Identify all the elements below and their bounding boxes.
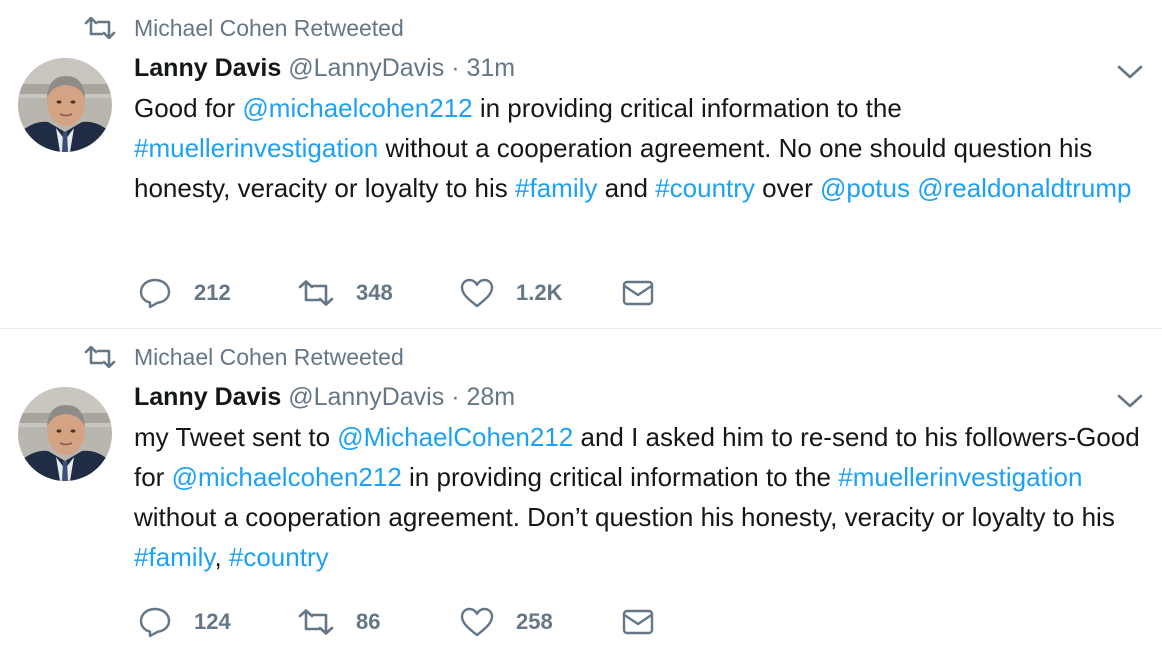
author-name[interactable]: Lanny Davis — [134, 383, 281, 411]
like-button[interactable]: 258 — [460, 603, 553, 641]
retweet-icon — [298, 609, 334, 635]
tweet-text-segment: over — [754, 173, 820, 203]
retweet-icon — [84, 17, 116, 39]
tweet-text-segment: without a cooperation agreement. Don’t q… — [134, 502, 1115, 532]
envelope-icon — [622, 280, 654, 306]
like-button[interactable]: 1.2K — [460, 274, 562, 312]
envelope-icon — [622, 609, 654, 635]
tweet-text-segment: in providing critical information to the — [472, 93, 902, 123]
retweet-context: Michael Cohen Retweeted — [84, 14, 404, 42]
heart-icon — [460, 278, 494, 308]
author-handle[interactable]: @LannyDavis — [288, 54, 444, 82]
direct-message-button[interactable] — [622, 274, 654, 312]
reply-icon — [139, 607, 171, 638]
avatar[interactable] — [18, 387, 112, 481]
retweet-button[interactable]: 86 — [298, 603, 380, 641]
reply-icon — [139, 278, 171, 309]
tweet-header: Lanny Davis @LannyDavis · 31m — [134, 54, 515, 86]
separator-dot: · — [451, 54, 460, 82]
like-count: 258 — [516, 609, 553, 634]
author-name[interactable]: Lanny Davis — [134, 54, 281, 82]
direct-message-button[interactable] — [622, 603, 654, 641]
reply-count: 212 — [194, 280, 231, 305]
heart-icon — [460, 607, 494, 637]
retweet-icon — [298, 280, 334, 306]
retweet-count: 348 — [356, 280, 393, 305]
timestamp[interactable]: 28m — [466, 383, 515, 411]
timestamp[interactable]: 31m — [466, 54, 515, 82]
tweet-text: Good for @michaelcohen212 in providing c… — [134, 88, 1144, 208]
tweet-actions: 124 86 258 — [138, 603, 738, 641]
hashtag-link[interactable]: #country — [655, 173, 755, 203]
reply-count: 124 — [194, 609, 231, 634]
mention-link[interactable]: @potus — [820, 173, 910, 203]
chevron-down-icon[interactable] — [1116, 391, 1144, 411]
retweeted-by-label: Michael Cohen Retweeted — [134, 343, 404, 370]
tweet-actions: 212 348 1.2K — [138, 274, 738, 312]
tweet-text-segment: in providing critical information to the — [401, 462, 839, 492]
mention-link[interactable]: @michaelcohen212 — [242, 93, 472, 123]
tweet[interactable]: Michael Cohen Retweeted Lanny Davis @Lan… — [0, 0, 1162, 328]
tweet-text-segment: my Tweet sent to — [134, 422, 338, 452]
chevron-down-icon[interactable] — [1116, 62, 1144, 82]
retweeted-by-label: Michael Cohen Retweeted — [134, 14, 404, 41]
mention-link[interactable]: @MichaelCohen212 — [337, 422, 573, 452]
author-handle[interactable]: @LannyDavis — [288, 383, 444, 411]
tweet-text-segment: Good for — [134, 93, 243, 123]
retweet-button[interactable]: 348 — [298, 274, 393, 312]
avatar[interactable] — [18, 58, 112, 152]
tweet-text: my Tweet sent to @MichaelCohen212 and I … — [134, 417, 1144, 577]
hashtag-link[interactable]: #muellerinvestigation — [134, 133, 378, 163]
hashtag-link[interactable]: #country — [229, 542, 329, 572]
tweet-header: Lanny Davis @LannyDavis · 28m — [134, 383, 515, 415]
reply-button[interactable]: 212 — [138, 274, 231, 312]
retweet-icon — [84, 346, 116, 368]
mention-link[interactable]: @michaelcohen212 — [172, 462, 402, 492]
like-count: 1.2K — [516, 280, 563, 305]
hashtag-link[interactable]: #family — [515, 173, 597, 203]
mention-link[interactable]: @realdonaldtrump — [917, 173, 1131, 203]
retweet-count: 86 — [356, 609, 381, 634]
tweet-text-segment: , — [214, 542, 229, 572]
separator-dot: · — [451, 383, 460, 411]
hashtag-link[interactable]: #muellerinvestigation — [838, 462, 1082, 492]
tweet[interactable]: Michael Cohen Retweeted Lanny Davis @Lan… — [0, 329, 1162, 660]
reply-button[interactable]: 124 — [138, 603, 231, 641]
retweet-context: Michael Cohen Retweeted — [84, 343, 404, 371]
hashtag-link[interactable]: #family — [134, 542, 214, 572]
tweet-text-segment: and — [597, 173, 656, 203]
